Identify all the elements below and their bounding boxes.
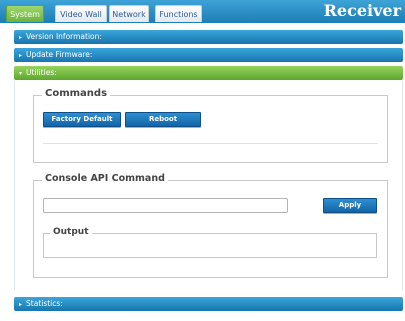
commands-legend: Commands <box>42 88 111 99</box>
tab-system[interactable]: System <box>6 5 44 22</box>
tab-video-wall[interactable]: Video Wall <box>55 5 107 22</box>
tab-network[interactable]: Network <box>109 5 149 22</box>
utilities-panel: Commands Factory Default Reboot Console … <box>14 81 403 290</box>
caret-down-icon: ▾ <box>19 70 23 77</box>
caret-right-icon: ▸ <box>19 301 23 308</box>
section-label: Statistics: <box>26 299 63 308</box>
device-title: Receiver <box>323 1 401 20</box>
output-fieldset: Output <box>43 227 377 258</box>
section-label: Utilities: <box>26 68 57 77</box>
reboot-button[interactable]: Reboot <box>125 112 201 127</box>
commands-fieldset: Commands Factory Default Reboot <box>33 88 388 163</box>
output-legend: Output <box>50 227 92 237</box>
factory-default-button[interactable]: Factory Default <box>43 112 121 127</box>
caret-right-icon: ▸ <box>19 34 23 41</box>
section-utilities[interactable]: ▾ Utilities: <box>14 66 403 80</box>
console-api-fieldset: Console API Command Apply Output <box>33 173 388 278</box>
section-label: Update Firmware: <box>26 50 93 59</box>
top-navigation-bar: System Video Wall Network Functions Rece… <box>0 0 405 23</box>
section-update-firmware[interactable]: ▸ Update Firmware: <box>14 48 403 62</box>
tab-functions[interactable]: Functions <box>155 5 202 22</box>
section-label: Version Information: <box>26 32 102 41</box>
caret-right-icon: ▸ <box>19 52 23 59</box>
commands-divider <box>43 143 378 144</box>
section-version-information[interactable]: ▸ Version Information: <box>14 30 403 44</box>
apply-button[interactable]: Apply <box>323 198 377 213</box>
console-api-legend: Console API Command <box>42 173 168 184</box>
section-statistics[interactable]: ▸ Statistics: <box>14 297 403 311</box>
console-command-input[interactable] <box>43 198 288 213</box>
